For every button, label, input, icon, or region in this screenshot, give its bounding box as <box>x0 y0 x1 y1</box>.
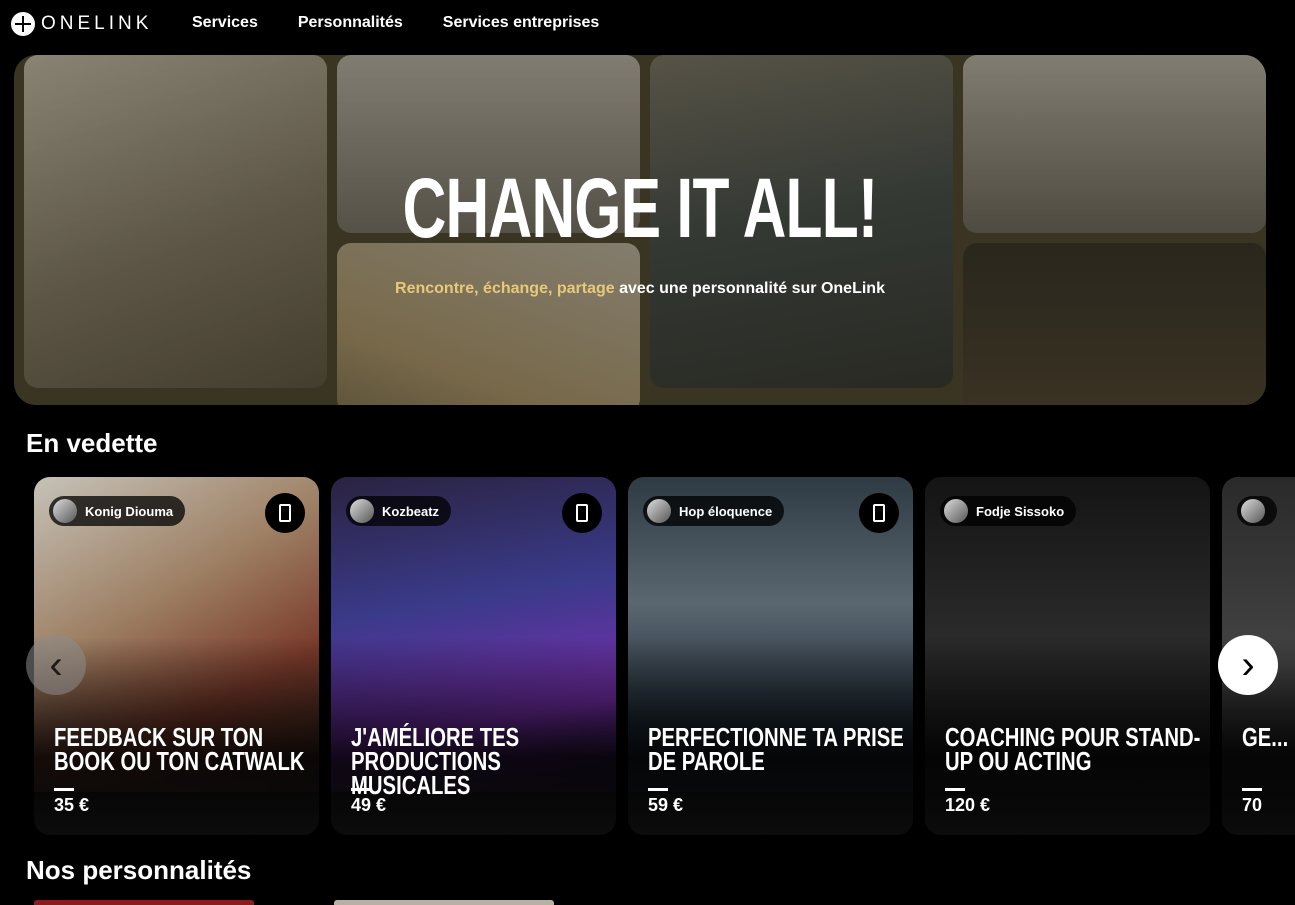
divider <box>945 788 965 791</box>
avatar <box>53 499 77 523</box>
service-card[interactable]: Kozbeatz J'améliore tes productions musi… <box>331 477 616 835</box>
creator-pill[interactable] <box>1237 496 1277 526</box>
nav-personnalites[interactable]: Personnalités <box>298 14 403 32</box>
avatar <box>350 499 374 523</box>
creator-pill[interactable]: Kozbeatz <box>346 496 452 526</box>
card-title: Perfectionne ta prise de parole <box>648 722 904 776</box>
card-price: 59 € <box>648 795 684 815</box>
featured-carousel: Konig Diouma Feedback sur ton book ou to… <box>34 477 1295 837</box>
chevron-left-icon[interactable]: ‹ <box>26 635 86 695</box>
creator-name: Hop éloquence <box>679 503 773 519</box>
hero-subtitle: Rencontre, échange, partage avec une per… <box>14 280 1266 298</box>
card-price: 49 € <box>351 795 387 815</box>
logo-icon <box>11 12 35 36</box>
divider <box>648 788 668 791</box>
hero-banner: CHANGE IT ALL! Rencontre, échange, parta… <box>14 55 1266 405</box>
logo-text: ONELINK <box>41 13 153 34</box>
divider <box>351 788 371 791</box>
card-title: Ge... Re... <box>1242 722 1295 752</box>
service-card[interactable]: Fodje Sissoko Coaching pour stand-up ou … <box>925 477 1210 835</box>
avatar <box>944 499 968 523</box>
creator-name: Fodje Sissoko <box>976 503 1065 519</box>
avatar <box>1241 499 1265 523</box>
phone-icon[interactable] <box>859 493 899 533</box>
nav-services[interactable]: Services <box>192 14 258 32</box>
card-title: Feedback sur ton book ou ton catwalk <box>54 722 305 776</box>
card-price: 70 <box>1242 795 1263 815</box>
card-price: 120 € <box>945 795 991 815</box>
divider <box>54 788 74 791</box>
chevron-right-icon[interactable]: › <box>1218 635 1278 695</box>
card-price: 35 € <box>54 795 90 815</box>
creator-name: Kozbeatz <box>382 503 440 519</box>
avatar <box>647 499 671 523</box>
service-card[interactable]: Hop éloquence Perfectionne ta prise de p… <box>628 477 913 835</box>
creator-pill[interactable]: Fodje Sissoko <box>940 496 1077 526</box>
phone-icon[interactable] <box>265 493 305 533</box>
creator-pill[interactable]: Hop éloquence <box>643 496 785 526</box>
phone-icon[interactable] <box>562 493 602 533</box>
hero-subtitle-rest: avec une personnalité sur OneLink <box>614 280 885 297</box>
hero-title: CHANGE IT ALL! <box>402 161 879 255</box>
main-nav: Services Personnalités Services entrepri… <box>192 14 599 32</box>
top-navigation: ONELINK Services Personnalités Services … <box>0 0 1295 50</box>
hero-subtitle-highlight: Rencontre, échange, partage <box>395 280 615 297</box>
personality-card[interactable] <box>334 900 554 905</box>
onelink-logo[interactable]: ONELINK <box>11 12 152 36</box>
section-title-personalities: Nos personnalités <box>26 855 252 885</box>
card-title: Coaching pour stand-up ou acting <box>945 722 1201 776</box>
creator-name: Konig Diouma <box>85 503 174 519</box>
section-title-featured: En vedette <box>26 428 158 458</box>
divider <box>1242 788 1262 791</box>
card-title: J'améliore tes productions musicales <box>351 722 520 800</box>
nav-services-entreprises[interactable]: Services entreprises <box>443 14 600 32</box>
personalities-preview <box>34 900 1274 905</box>
personality-card[interactable] <box>34 900 254 905</box>
creator-pill[interactable]: Konig Diouma <box>49 496 186 526</box>
